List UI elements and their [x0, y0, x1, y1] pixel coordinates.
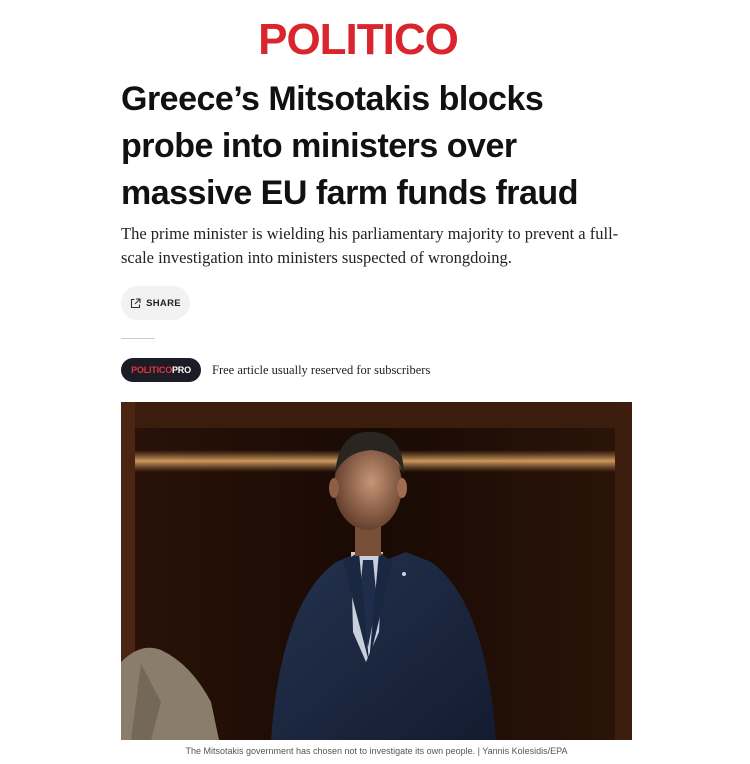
politico-logo[interactable]: POLITICO	[0, 12, 716, 68]
share-icon	[130, 297, 141, 309]
article-headline: Greece’s Mitsotakis blocks probe into mi…	[121, 80, 578, 212]
section-divider	[121, 338, 155, 339]
photo-caption: The Mitsotakis government has chosen not…	[185, 746, 568, 756]
logo-text: POLITICO	[258, 15, 459, 64]
article-photo	[121, 402, 632, 740]
pro-badge-pro: PRO	[172, 365, 191, 375]
article-deck: The prime minister is wielding his parli…	[121, 224, 619, 267]
subscriber-note: Free article usually reserved for subscr…	[212, 363, 431, 377]
politico-pro-badge[interactable]: POLITICO PRO	[121, 358, 201, 382]
pro-badge-brand: POLITICO	[131, 365, 172, 375]
share-label: SHARE	[146, 297, 181, 309]
share-button[interactable]: SHARE	[121, 286, 190, 320]
